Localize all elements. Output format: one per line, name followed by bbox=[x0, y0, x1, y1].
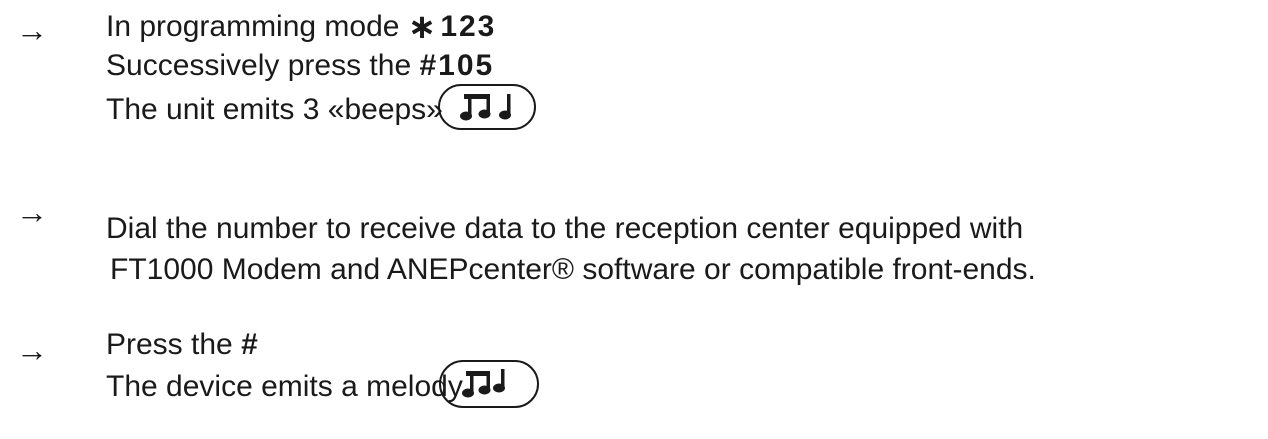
melody-music-icon bbox=[439, 360, 539, 408]
step-2-line-1: Dial the number to receive data to the r… bbox=[106, 212, 1023, 247]
step-1-line-3: The unit emits 3 «beeps» bbox=[106, 93, 443, 128]
melody-notes-icon bbox=[462, 369, 505, 398]
step-1-line-2-text: Successively press the bbox=[106, 49, 420, 82]
step-1-press-code: #105 bbox=[419, 49, 495, 82]
three-beeps-music-icon bbox=[438, 84, 536, 130]
step-3-line-1: Press the # bbox=[106, 328, 258, 363]
beamed-notes-icon bbox=[460, 94, 511, 121]
star-key-icon: ∗ bbox=[407, 8, 439, 46]
step-2-line-2: FT1000 Modem and ANEPcenter® software or… bbox=[110, 253, 1036, 288]
step-2-line-1-text: Dial the number to receive data to the r… bbox=[106, 212, 1024, 245]
step-3-line-2-text: The device emits a melody bbox=[106, 370, 463, 403]
step-1-line-1: In programming mode ∗123 bbox=[106, 8, 496, 47]
step-3-line-2: The device emits a melody bbox=[106, 370, 463, 405]
arrow-icon-step-1: → bbox=[16, 12, 48, 48]
step-2-line-2-text: FT1000 Modem and ANEPcenter® software or… bbox=[110, 253, 1036, 286]
step-1-code: ∗123 bbox=[407, 8, 497, 46]
step-1-line-1-text: In programming mode bbox=[106, 10, 408, 43]
step-3-line-1-text: Press the bbox=[106, 328, 242, 361]
instruction-page: → In programming mode ∗123 Successively … bbox=[0, 0, 1268, 439]
step-3-hash-key: # bbox=[241, 328, 258, 361]
step-1-code-digits: 123 bbox=[440, 10, 497, 43]
arrow-icon-step-3: → bbox=[16, 332, 48, 368]
arrow-icon-step-2: → bbox=[16, 194, 48, 230]
step-1-line-3-text: The unit emits 3 «beeps» bbox=[106, 93, 443, 126]
step-1-line-2: Successively press the #105 bbox=[106, 49, 494, 84]
